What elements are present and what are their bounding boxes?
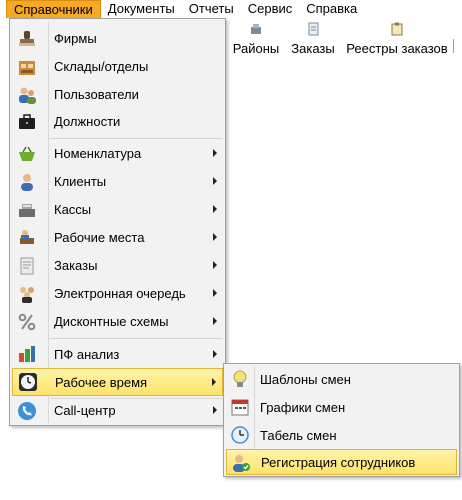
menu-item-label: Фирмы bbox=[54, 31, 97, 46]
workplace-icon bbox=[20, 230, 34, 244]
submenu-arrow-icon bbox=[213, 289, 217, 297]
submenu-arrow-icon bbox=[213, 317, 217, 325]
menu-item-call-center[interactable]: Call-центр bbox=[12, 398, 223, 425]
toolbar-districts-label: Районы bbox=[232, 41, 280, 56]
cash-register-icon bbox=[19, 204, 35, 217]
menu-item-workplaces[interactable]: Рабочие места bbox=[12, 225, 223, 251]
submenu-item-shift-schedules[interactable]: Графики смен bbox=[226, 394, 457, 421]
menu-item-label: Пользователи bbox=[54, 87, 139, 102]
submenu-arrow-icon bbox=[213, 233, 217, 241]
submenu-arrow-icon bbox=[212, 378, 216, 386]
menu-item-label: Электронная очередь bbox=[54, 286, 186, 301]
menu-item-label: Call-центр bbox=[54, 403, 116, 418]
submenu-arrow-icon bbox=[213, 406, 217, 414]
timesheet-icon bbox=[231, 426, 249, 444]
calendar-icon bbox=[231, 399, 249, 416]
submenu-item-label: Табель смен bbox=[260, 428, 337, 443]
menu-item-label: Номенклатура bbox=[54, 146, 142, 161]
submenu-item-label: Графики смен bbox=[260, 400, 346, 415]
menu-item-label: Рабочее время bbox=[55, 375, 148, 390]
submenu-arrow-icon bbox=[213, 350, 217, 358]
lightbulb-icon bbox=[233, 370, 247, 387]
working-time-submenu: Шаблоны смен Графики смен Табель смен Ре… bbox=[223, 363, 460, 477]
toolbar-orders-button[interactable]: Заказы bbox=[287, 22, 339, 64]
submenu-item-shift-timesheet[interactable]: Табель смен bbox=[226, 422, 457, 449]
queue-icon bbox=[20, 287, 34, 303]
districts-icon bbox=[251, 24, 261, 34]
menu-item-firms[interactable]: Фирмы bbox=[12, 26, 223, 52]
menu-documents[interactable]: Документы bbox=[101, 0, 182, 18]
toolbar-overflow-edge bbox=[453, 39, 461, 53]
submenu-arrow-icon bbox=[213, 205, 217, 213]
submenu-item-shift-templates[interactable]: Шаблоны смен bbox=[226, 366, 457, 393]
menubar: Справочники Документы Отчеты Сервис Спра… bbox=[0, 0, 462, 18]
toolbar-orders-label: Заказы bbox=[291, 41, 335, 56]
menu-item-users[interactable]: Пользователи bbox=[12, 82, 223, 108]
menu-references[interactable]: Справочники bbox=[6, 0, 101, 18]
submenu-item-label: Шаблоны смен bbox=[260, 372, 351, 387]
toolbar-order-registers-label: Реестры заказов bbox=[346, 41, 448, 56]
orders-icon bbox=[308, 22, 319, 36]
menu-item-label: Рабочие места bbox=[54, 230, 145, 245]
menu-service[interactable]: Сервис bbox=[241, 0, 300, 18]
references-dropdown: Фирмы Склады/отделы Пользователи Должнос… bbox=[9, 18, 226, 426]
submenu-item-label: Регистрация сотрудников bbox=[261, 455, 416, 470]
submenu-arrow-icon bbox=[213, 149, 217, 157]
menu-item-nomenclature[interactable]: Номенклатура bbox=[12, 141, 223, 167]
menu-item-warehouses[interactable]: Склады/отделы bbox=[12, 54, 223, 80]
briefcase-icon bbox=[19, 114, 35, 129]
menu-item-discount-schemes[interactable]: Дисконтные схемы bbox=[12, 309, 223, 335]
menu-item-cash-registers[interactable]: Кассы bbox=[12, 197, 223, 223]
analysis-icon bbox=[19, 346, 35, 362]
menu-item-label: Должности bbox=[54, 114, 121, 129]
percent-icon bbox=[18, 313, 36, 331]
client-icon bbox=[21, 174, 33, 191]
menu-item-label: Дисконтные схемы bbox=[54, 314, 169, 329]
menu-separator bbox=[50, 138, 222, 139]
menu-item-label: ПФ анализ bbox=[54, 347, 120, 362]
menu-item-positions[interactable]: Должности bbox=[12, 109, 223, 135]
basket-icon bbox=[19, 146, 35, 161]
menu-item-label: Клиенты bbox=[54, 174, 107, 189]
menu-reports[interactable]: Отчеты bbox=[182, 0, 241, 18]
users-icon bbox=[19, 87, 36, 104]
submenu-item-employee-registration[interactable]: Регистрация сотрудников bbox=[226, 449, 457, 475]
menu-separator bbox=[50, 338, 222, 339]
order-registers-icon bbox=[391, 22, 403, 36]
phone-icon bbox=[18, 402, 36, 420]
menu-item-label: Склады/отделы bbox=[54, 59, 149, 74]
menu-item-clients[interactable]: Клиенты bbox=[12, 169, 223, 195]
menu-help[interactable]: Справка bbox=[299, 0, 364, 18]
stamp-icon bbox=[19, 31, 35, 46]
clock-icon bbox=[19, 373, 37, 391]
menu-item-working-time[interactable]: Рабочее время bbox=[12, 368, 223, 396]
menu-item-label: Заказы bbox=[54, 258, 98, 273]
menu-item-pf-analysis[interactable]: ПФ анализ bbox=[12, 340, 223, 368]
submenu-arrow-icon bbox=[213, 177, 217, 185]
warehouse-icon bbox=[19, 61, 35, 75]
menu-item-orders[interactable]: Заказы bbox=[12, 253, 223, 279]
menu-item-electronic-queue[interactable]: Электронная очередь bbox=[12, 281, 223, 307]
employee-check-icon bbox=[233, 455, 250, 472]
toolbar-districts-button[interactable]: Районы bbox=[229, 22, 283, 64]
submenu-arrow-icon bbox=[213, 261, 217, 269]
toolbar-order-registers-button[interactable]: Реестры заказов bbox=[343, 22, 451, 64]
document-icon bbox=[20, 257, 34, 275]
menu-item-label: Кассы bbox=[54, 202, 92, 217]
